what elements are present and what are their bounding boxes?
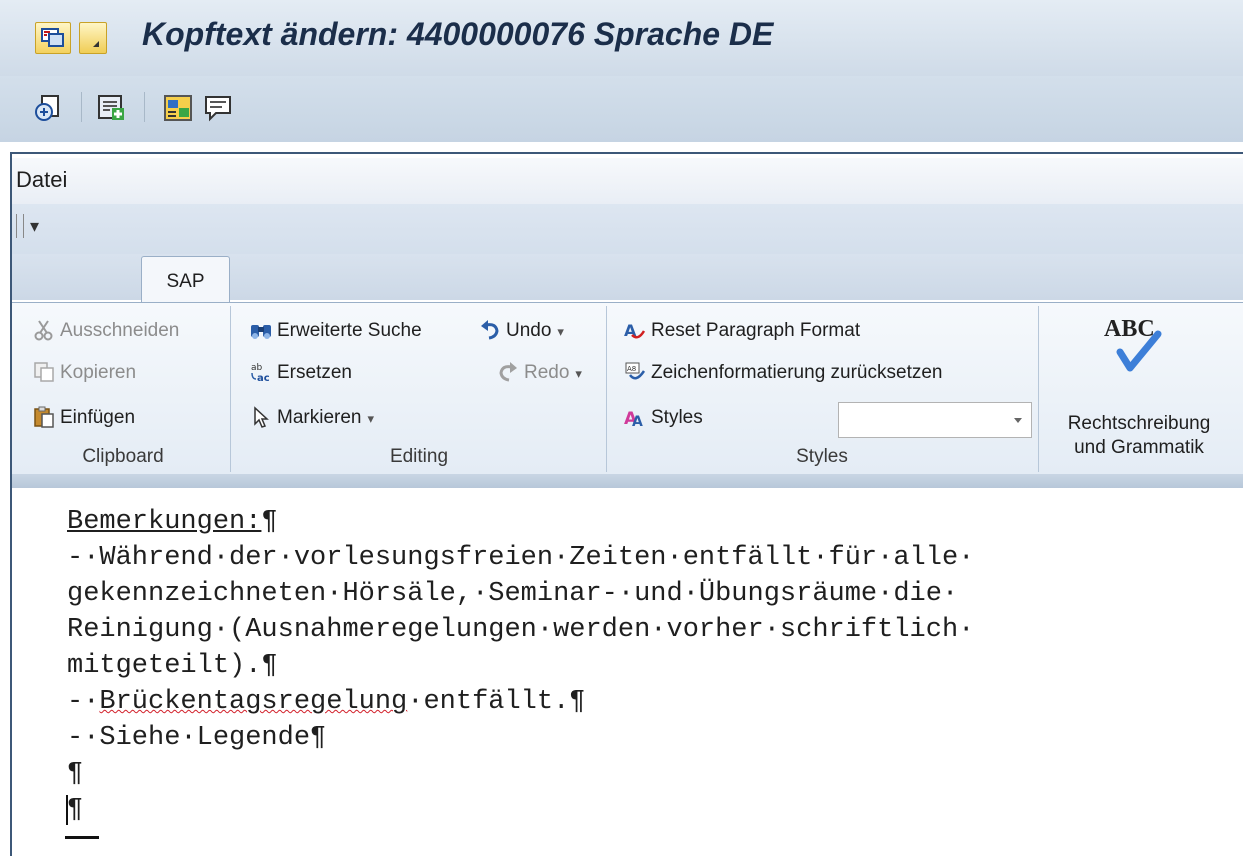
doc-line: mitgeteilt).¶ — [67, 648, 974, 684]
pilcrow: ¶ — [67, 759, 84, 789]
cut-button[interactable]: Ausschneiden — [33, 316, 179, 346]
advanced-find-button[interactable]: Erweiterte Suche — [250, 316, 422, 346]
quick-access-toolbar — [12, 204, 1243, 254]
doc-line: -·Während·der·vorlesungsfreien·Zeiten·en… — [67, 543, 975, 573]
doc-text: -· — [67, 687, 100, 717]
chevron-down-icon: ▾ — [557, 324, 564, 339]
toolbar-separator — [81, 92, 82, 122]
group-label-clipboard: Clipboard — [82, 446, 164, 467]
doc-line: -·Brückentagsregelung·entfällt.¶ — [67, 684, 974, 720]
undo-button[interactable]: Undo ▾ — [479, 316, 564, 346]
cut-label: Ausschneiden — [60, 320, 180, 341]
group-separator — [230, 306, 231, 472]
spellcheck-icon: ABC — [1104, 316, 1162, 372]
replace-icon: ab ac — [251, 363, 270, 383]
spellcheck-label-line1: Rechtschreibung — [1067, 413, 1211, 434]
pilcrow: ¶ — [261, 651, 278, 681]
copy-button[interactable]: Kopieren — [33, 358, 136, 388]
comment-icon[interactable] — [202, 92, 234, 124]
spellcheck-button[interactable]: ABC — [1082, 310, 1192, 380]
binoculars-icon — [251, 325, 271, 339]
spellcheck-label: Rechtschreibung und Grammatik — [1043, 412, 1235, 460]
svg-text:ab: ab — [251, 363, 263, 373]
reset-character-icon: A8 — [625, 362, 646, 380]
svg-text:A8: A8 — [627, 365, 636, 373]
menu-datei[interactable]: Datei — [16, 167, 67, 193]
undo-label: Undo — [506, 320, 552, 341]
window-menu-dropdown[interactable] — [79, 22, 107, 54]
doc-line-empty: ¶ — [67, 756, 974, 792]
doc-line: gekennzeichneten·Hörsäle,·Seminar-·und·Ü… — [67, 579, 959, 609]
styles-label: Styles — [651, 407, 703, 428]
document-body[interactable]: Bemerkungen:¶ -·Während·der·vorlesungsfre… — [67, 504, 974, 828]
paste-icon — [34, 406, 54, 428]
misspelled-word[interactable]: Brückentagsregelung — [99, 687, 407, 717]
paste-label: Einfügen — [60, 407, 136, 428]
select-label: Markieren — [277, 407, 362, 428]
cursor-arrow-icon — [254, 406, 269, 428]
quick-access-dropdown-icon[interactable]: ▾ — [30, 216, 39, 237]
styles-icon: A A — [624, 409, 643, 428]
copy-label: Kopieren — [60, 362, 137, 383]
chevron-down-icon: ▾ — [575, 366, 582, 381]
sap-menu-icon[interactable] — [35, 22, 71, 54]
chevron-down-icon: ▾ — [367, 411, 375, 426]
reset-character-label: Zeichenformatierung zurücksetzen — [651, 362, 943, 383]
replace-button[interactable]: ab ac Ersetzen — [250, 358, 352, 388]
doc-heading: Bemerkungen: — [67, 507, 262, 537]
reset-paragraph-button[interactable]: A Reset Paragraph Format — [624, 316, 860, 346]
paste-button[interactable]: Einfügen — [33, 403, 135, 433]
editor-menu-bar — [12, 158, 1243, 204]
program-icon[interactable] — [162, 92, 194, 124]
toolbar-separator — [144, 92, 145, 122]
ribbon-bottom-border — [12, 474, 1243, 488]
advanced-find-label: Erweiterte Suche — [277, 320, 422, 341]
redo-icon — [499, 362, 517, 382]
text-caret — [66, 795, 68, 825]
group-separator — [606, 306, 607, 472]
pilcrow: ¶ — [569, 687, 586, 717]
styles-button[interactable]: A A Styles — [624, 403, 703, 433]
quick-access-grip — [16, 214, 24, 238]
spellcheck-label-line2: und Grammatik — [1074, 437, 1204, 458]
doc-line-heading: Bemerkungen:¶ — [67, 504, 974, 540]
redo-button[interactable]: Redo ▾ — [497, 358, 582, 388]
group-separator — [1038, 306, 1039, 472]
svg-text:A: A — [632, 414, 643, 428]
group-label-styles: Styles — [796, 446, 848, 467]
pilcrow: ¶ — [310, 723, 327, 753]
svg-text:ac: ac — [257, 373, 270, 383]
doc-text: mitgeteilt). — [67, 651, 262, 681]
redo-label: Redo — [524, 362, 570, 383]
scissors-icon — [34, 320, 53, 341]
tab-sap[interactable]: SAP — [141, 256, 230, 304]
styles-combobox[interactable] — [838, 402, 1032, 438]
pilcrow: ¶ — [67, 795, 84, 825]
abc-text: ABC — [1104, 316, 1155, 342]
copy-icon — [34, 362, 54, 382]
undo-icon — [481, 320, 499, 340]
document-header-icon[interactable] — [33, 92, 65, 124]
tab-sap-label: SAP — [166, 271, 205, 292]
insert-text-icon[interactable] — [96, 92, 128, 124]
reset-paragraph-label: Reset Paragraph Format — [651, 320, 861, 341]
doc-line: Reinigung·(Ausnahmeregelungen·werden·vor… — [67, 615, 975, 645]
doc-text: ·entfällt. — [407, 687, 570, 717]
line-end-marker — [65, 836, 99, 839]
window-title: Kopftext ändern: 4400000076 Sprache DE — [142, 16, 774, 52]
reset-character-button[interactable]: A8 Zeichenformatierung zurücksetzen — [624, 358, 942, 388]
doc-line: -·Siehe·Legende¶ — [67, 720, 974, 756]
reset-paragraph-icon: A — [624, 321, 646, 340]
replace-label: Ersetzen — [277, 362, 352, 383]
pilcrow: ¶ — [261, 507, 278, 537]
doc-line-empty: ¶ — [67, 792, 974, 828]
group-label-editing: Editing — [389, 446, 449, 467]
select-button[interactable]: Markieren ▾ — [250, 403, 374, 433]
doc-text: -·Siehe·Legende — [67, 723, 311, 753]
